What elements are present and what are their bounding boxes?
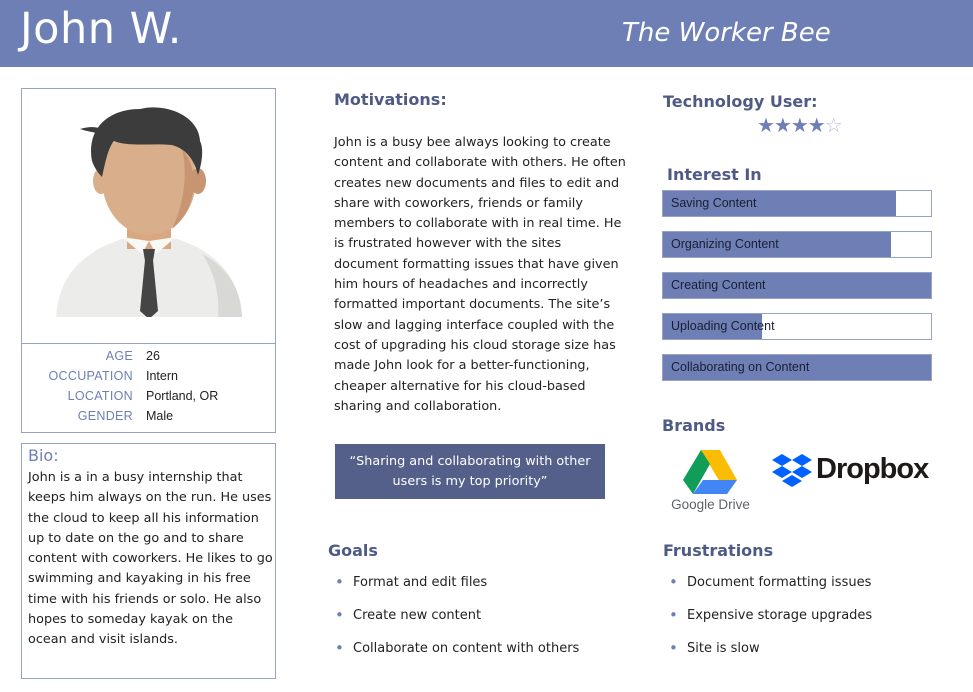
frustration-text: Document formatting issues: [687, 575, 872, 590]
brands-title: Brands: [662, 416, 726, 435]
interest-label: Saving Content: [671, 196, 757, 210]
interest-bar: Collaborating on Content: [662, 354, 932, 381]
header-banner: John W. The Worker Bee: [0, 0, 973, 67]
list-item: • Create new content: [335, 606, 579, 641]
persona-subtitle: The Worker Bee: [622, 18, 831, 48]
goal-text: Format and edit files: [353, 575, 488, 590]
interest-bar: Organizing Content: [662, 231, 932, 258]
half-star-icon: ☆: [824, 113, 843, 137]
goals-list: • Format and edit files • Create new conte…: [335, 573, 580, 674]
star-icon: ★★★★: [757, 113, 826, 137]
list-item: • Collaborate on content with others: [335, 639, 580, 674]
google-drive-icon: [683, 450, 737, 494]
goals-title: Goals: [328, 541, 378, 560]
bio-panel: Bio: John is a in a busy internship that…: [21, 443, 276, 679]
goal-text: Create new content: [353, 608, 482, 623]
avatar: [56, 107, 242, 317]
technology-rating: ★★★★☆: [757, 113, 843, 137]
frustration-text: Expensive storage upgrades: [687, 608, 873, 623]
frustration-text: Site is slow: [687, 641, 760, 656]
list-item: • Format and edit files: [335, 573, 579, 608]
info-label: LOCATION: [67, 389, 133, 403]
bullet-icon: •: [335, 606, 344, 624]
bio-text: John is a in a busy internship that keep…: [28, 470, 273, 648]
info-value: 26: [146, 349, 160, 363]
demographics-panel: AGE 26 OCCUPATION Intern LOCATION Portla…: [21, 343, 276, 433]
bullet-icon: •: [669, 606, 678, 624]
google-drive-label: Google Drive: [671, 497, 750, 512]
bullet-icon: •: [669, 573, 678, 591]
avatar-frame: [21, 88, 276, 343]
bullet-icon: •: [335, 573, 344, 591]
info-label: AGE: [105, 349, 133, 363]
dropbox-label: Dropbox: [816, 453, 929, 485]
brand-dropbox: Dropbox: [772, 452, 937, 492]
brand-google-drive: Google Drive: [663, 448, 758, 516]
interest-label: Organizing Content: [671, 237, 779, 251]
bio-title: Bio:: [28, 446, 59, 465]
motivations-text: John is a busy bee always looking to cre…: [334, 135, 626, 414]
bullet-icon: •: [669, 639, 678, 657]
dropbox-icon: [772, 454, 812, 487]
frustrations-list: • Document formatting issues • Expensive s…: [669, 573, 873, 674]
info-label: GENDER: [77, 409, 133, 423]
info-label: OCCUPATION: [48, 369, 133, 383]
technology-title: Technology User:: [663, 92, 818, 111]
list-item: • Site is slow: [669, 639, 872, 674]
info-value: Male: [146, 409, 174, 423]
interest-bar: Creating Content: [662, 272, 932, 299]
bullet-icon: •: [335, 639, 344, 657]
interest-label: Collaborating on Content: [671, 360, 810, 374]
info-value: Portland, OR: [146, 389, 219, 403]
interest-bar: Uploading Content: [662, 313, 932, 340]
motivations-title: Motivations:: [334, 90, 447, 109]
persona-name: John W.: [20, 4, 182, 54]
list-item: • Expensive storage upgrades: [669, 606, 873, 641]
interest-label: Uploading Content: [671, 319, 775, 333]
list-item: • Document formatting issues: [669, 573, 872, 608]
goal-text: Collaborate on content with others: [353, 641, 580, 656]
interests-title: Interest In: [667, 165, 762, 184]
interest-label: Creating Content: [671, 278, 766, 292]
info-value: Intern: [146, 369, 178, 383]
persona-quote: “Sharing and collaborating with other us…: [335, 444, 605, 499]
frustrations-title: Frustrations: [663, 541, 774, 560]
interest-bar: Saving Content: [662, 190, 932, 217]
